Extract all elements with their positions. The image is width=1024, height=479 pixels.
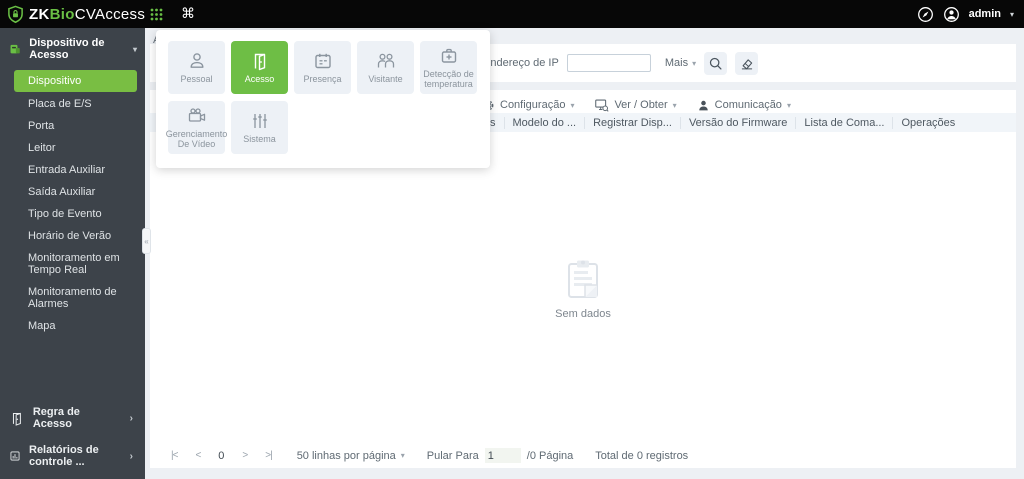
main-area: Acesso « Endereço de IP Mais ▾ [142, 28, 1024, 479]
video-camera-icon [188, 108, 205, 122]
user-avatar-icon[interactable] [943, 6, 960, 23]
page-count-label: /0 Página [526, 449, 574, 462]
module-tile-pessoal[interactable]: Pessoal [168, 41, 225, 94]
shield-logo-icon [8, 5, 23, 23]
chevron-down-icon: ▾ [400, 451, 405, 460]
next-page-button[interactable]: > [233, 450, 256, 461]
rows-per-page-select[interactable]: 50 linhas por página ▾ [297, 450, 405, 462]
visitors-icon [377, 53, 394, 68]
jump-to-page-label: Pular Para [426, 449, 479, 462]
explore-compass-icon[interactable] [917, 6, 934, 23]
sidebar-item-porta[interactable]: Porta [0, 115, 145, 137]
person-icon [190, 52, 203, 68]
calendar-icon [314, 53, 331, 68]
more-filters-button[interactable]: Mais ▾ [665, 57, 696, 69]
module-tile-visitante[interactable]: Visitante [357, 41, 414, 94]
previous-page-button[interactable]: < [186, 450, 209, 461]
sidebar-bottom-label: Relatórios de controle ... [29, 444, 99, 468]
empty-state-label: Sem dados [555, 308, 611, 320]
top-bar-right: admin ▾ [917, 0, 1014, 28]
current-page-number: 0 [218, 449, 225, 462]
medical-kit-icon [441, 48, 456, 63]
chevron-right-icon: › [129, 450, 133, 462]
door-icon [254, 53, 265, 70]
module-launcher-panel: Pessoal Acesso Presença Visitante Detecç… [156, 30, 490, 168]
command-icon[interactable]: ⌘ [181, 5, 195, 22]
sidebar-item-saida-auxiliar[interactable]: Saída Auxiliar [0, 181, 145, 203]
sidebar-menu: Dispositivo Placa de E/S Porta Leitor En… [0, 70, 145, 337]
sidebar-collapse-handle[interactable]: « [142, 228, 151, 254]
sidebar-item-dispositivo[interactable]: Dispositivo [14, 70, 137, 92]
chevron-down-icon: ▾ [672, 100, 677, 110]
empty-state: Sem dados [150, 258, 1016, 320]
access-device-icon [10, 44, 20, 53]
sidebar-item-mapa[interactable]: Mapa [0, 315, 145, 337]
eraser-icon [741, 59, 752, 70]
device-toolbar: Configuração ▾ Ver / Obter ▾ Comunicação… [482, 98, 791, 112]
sidebar-section-device-access[interactable]: Dispositivo de Acesso ▾ [0, 28, 145, 68]
chevron-right-icon: › [129, 412, 133, 424]
sidebar-item-horario-verao[interactable]: Horário de Verão [0, 225, 145, 247]
first-page-button[interactable]: |< [162, 450, 186, 461]
chevron-down-icon: ▾ [132, 44, 137, 54]
chevron-down-icon: ▾ [570, 100, 575, 110]
app-title: ZKBioCVAccess [29, 5, 146, 23]
sidebar-section-regra-acesso[interactable]: Regra de Acesso › [0, 399, 145, 437]
person-bust-icon [698, 100, 708, 110]
module-tile-sistema[interactable]: Sistema [231, 101, 288, 154]
sidebar-item-tipo-evento[interactable]: Tipo de Evento [0, 203, 145, 225]
clear-filters-button[interactable] [735, 51, 759, 75]
communication-menu-button[interactable]: Comunicação ▾ [697, 99, 791, 112]
search-button[interactable] [704, 51, 728, 75]
sidebar-item-entrada-auxiliar[interactable]: Entrada Auxiliar [0, 159, 145, 181]
apps-grid-icon[interactable] [150, 8, 163, 21]
sidebar-item-monitoramento-tempo-real[interactable]: Monitoramento em Tempo Real [0, 247, 145, 281]
ip-address-input[interactable] [566, 54, 651, 72]
ip-address-label: Endereço de IP [483, 57, 559, 69]
bar-chart-icon [10, 451, 20, 461]
table-column-operacoes[interactable]: Operações [892, 116, 963, 129]
total-records-label: Total de 0 registros [595, 449, 689, 462]
sidebar-item-leitor[interactable]: Leitor [0, 137, 145, 159]
module-tile-gerenciamento-video[interactable]: Gerenciamento De Vídeo [166, 101, 227, 154]
clipboard-icon [568, 260, 598, 298]
jump-to-page-input[interactable] [484, 448, 521, 463]
top-bar: ZKBioCVAccess ⌘ admin ▾ [0, 0, 1024, 28]
search-icon [709, 57, 722, 70]
monitor-search-icon [595, 99, 610, 112]
sidebar-item-monitoramento-alarmes[interactable]: Monitoramento de Alarmes [0, 281, 145, 315]
admin-user-label[interactable]: admin [969, 8, 1001, 20]
module-tile-acesso[interactable]: Acesso [231, 41, 288, 94]
table-column-versao-firmware[interactable]: Versão do Firmware [679, 116, 795, 129]
pagination-bar: |< < 0 > >| 50 linhas por página ▾ Pular… [162, 448, 688, 463]
door-icon [12, 412, 21, 426]
user-menu-caret-icon[interactable]: ▾ [1010, 10, 1014, 19]
last-page-button[interactable]: >| [256, 450, 280, 461]
chevron-down-icon: ▾ [692, 58, 697, 68]
sidebar-bottom-sections: Regra de Acesso › Relatórios de controle… [0, 399, 145, 475]
sidebar-section-relatorios[interactable]: Relatórios de controle ... › [0, 437, 145, 475]
sidebar: Dispositivo de Acesso ▾ Dispositivo Plac… [0, 28, 145, 479]
table-column-registrar[interactable]: Registrar Disp... [584, 116, 680, 129]
module-tile-deteccao-temperatura[interactable]: Detecção de temperatura [420, 41, 477, 94]
chevron-down-icon: ▾ [786, 100, 791, 110]
view-get-menu-button[interactable]: Ver / Obter ▾ [594, 98, 677, 112]
module-tile-presenca[interactable]: Presença [294, 41, 351, 94]
table-column-modelo[interactable]: Modelo do ... [503, 116, 585, 129]
app-logo: ZKBioCVAccess [0, 5, 145, 24]
sliders-icon [252, 113, 267, 128]
sidebar-item-placa-es[interactable]: Placa de E/S [0, 93, 145, 115]
configuration-menu-button[interactable]: Configuração ▾ [482, 99, 574, 112]
table-column-lista-comandos[interactable]: Lista de Coma... [795, 116, 892, 129]
sidebar-bottom-label: Regra de Acesso [32, 406, 80, 430]
sidebar-section-label: Dispositivo de Acesso [29, 37, 105, 61]
